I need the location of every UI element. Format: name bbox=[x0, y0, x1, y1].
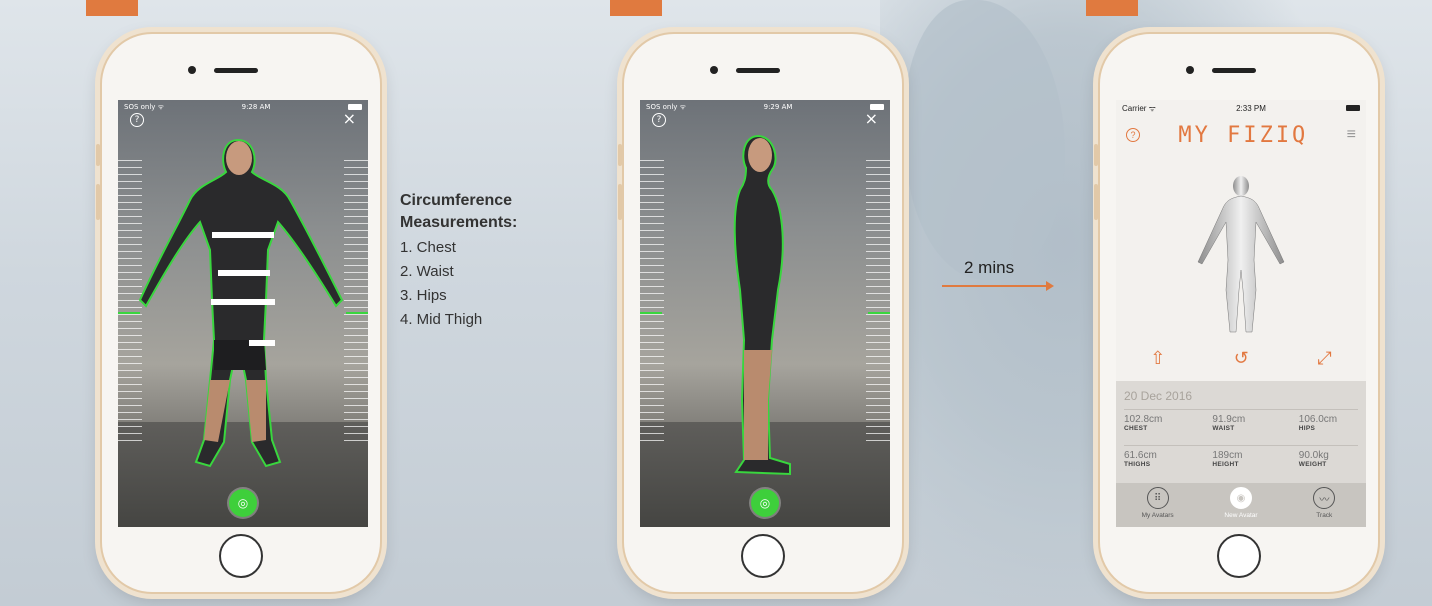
camera-screen: SOS only ᯤ 9:29 AM ? × ◎ bbox=[640, 100, 890, 527]
caption-title: Measurements: bbox=[400, 214, 518, 231]
chest-measure-bar bbox=[212, 232, 274, 238]
thigh-measure-bar bbox=[249, 340, 275, 346]
metric-label: HEIGHT bbox=[1212, 461, 1239, 468]
menu-icon[interactable]: ≡ bbox=[1347, 126, 1356, 144]
volume-button bbox=[1094, 184, 1098, 220]
battery-icon bbox=[1346, 105, 1360, 111]
camera-shutter-button[interactable]: ◎ bbox=[229, 489, 257, 517]
metric-hips: 106.0cm HIPS bbox=[1281, 410, 1358, 441]
volume-button bbox=[96, 184, 100, 220]
volume-button bbox=[618, 184, 622, 220]
metric-height: 189cm HEIGHT bbox=[1202, 446, 1279, 477]
phone-front-view: SOS only ᯤ 9:28 AM ? × ◎ bbox=[96, 32, 382, 594]
phone-side-view: SOS only ᯤ 9:29 AM ? × ◎ bbox=[618, 32, 904, 594]
list-item: 2. Waist bbox=[400, 263, 454, 280]
app-logo: MY FIZIQ bbox=[1178, 122, 1309, 148]
metric-label: WEIGHT bbox=[1298, 461, 1327, 468]
hips-measure-bar bbox=[211, 299, 275, 305]
caption-title: Circumference bbox=[400, 192, 513, 209]
metric-weight: 90.0kg WEIGHT bbox=[1281, 446, 1358, 477]
front-camera bbox=[188, 66, 196, 74]
app-screen: Carrier ᯤ 2:33 PM ? MY FIZIQ ≡ ⇧ ↺ ⤢ 20 … bbox=[1116, 100, 1366, 527]
accent-bar bbox=[1086, 0, 1138, 16]
accent-bar bbox=[610, 0, 662, 16]
metric-label: THIGHS bbox=[1124, 461, 1151, 468]
help-icon[interactable]: ? bbox=[1126, 128, 1140, 142]
metric-label: HIPS bbox=[1298, 425, 1316, 432]
tab-label: My Avatars bbox=[1141, 512, 1174, 519]
speaker-grille bbox=[214, 68, 258, 73]
volume-button bbox=[96, 144, 100, 166]
speaker-grille bbox=[736, 68, 780, 73]
front-camera bbox=[710, 66, 718, 74]
metric-value: 106.0cm bbox=[1298, 414, 1338, 425]
home-button[interactable] bbox=[741, 534, 785, 578]
measurement-panel: 20 Dec 2016 102.8cm CHEST 91.9cm WAIST 1… bbox=[1116, 381, 1366, 527]
metric-chest: 102.8cm CHEST bbox=[1124, 410, 1201, 441]
metric-waist: 91.9cm WAIST bbox=[1202, 410, 1279, 441]
metric-label: CHEST bbox=[1124, 425, 1148, 432]
expand-icon[interactable]: ⤢ bbox=[1317, 348, 1331, 369]
metric-value: 61.6cm bbox=[1124, 450, 1157, 461]
metric-value: 90.0kg bbox=[1298, 450, 1329, 461]
list-item: 3. Hips bbox=[400, 287, 447, 304]
arrow-right-icon bbox=[942, 281, 1054, 291]
metric-value: 189cm bbox=[1212, 450, 1243, 461]
tab-label: New Avatar bbox=[1224, 512, 1258, 519]
volume-button bbox=[1094, 144, 1098, 166]
list-item: 1. Chest bbox=[400, 239, 456, 256]
home-button[interactable] bbox=[219, 534, 263, 578]
speaker-grille bbox=[1212, 68, 1256, 73]
list-item: 4. Mid Thigh bbox=[400, 311, 483, 328]
status-bar: Carrier ᯤ 2:33 PM bbox=[1116, 100, 1366, 116]
person-icon: ◉ bbox=[1229, 487, 1252, 509]
camera-shutter-button[interactable]: ◎ bbox=[751, 489, 779, 517]
measurement-caption: Circumference Measurements: 1. Chest 2. … bbox=[400, 190, 517, 332]
metric-value: 102.8cm bbox=[1124, 414, 1163, 425]
metric-value: 91.9cm bbox=[1212, 414, 1246, 425]
rotate-icon[interactable]: ↺ bbox=[1234, 348, 1249, 369]
front-camera bbox=[1186, 66, 1194, 74]
volume-button bbox=[618, 144, 622, 166]
grid-icon: ⠿ bbox=[1146, 487, 1169, 509]
tab-label: Track bbox=[1316, 512, 1333, 519]
waist-measure-bar bbox=[218, 270, 270, 276]
share-icon[interactable]: ⇧ bbox=[1150, 348, 1165, 369]
phone-app-result: Carrier ᯤ 2:33 PM ? MY FIZIQ ≡ ⇧ ↺ ⤢ 20 … bbox=[1094, 32, 1380, 594]
carrier-label: Carrier ᯤ bbox=[1122, 103, 1156, 113]
duration-label: 2 mins bbox=[964, 258, 1015, 277]
avatar-3d-model[interactable] bbox=[1186, 170, 1296, 340]
tab-track[interactable]: 〰 Track bbox=[1289, 487, 1359, 519]
metrics-row: 102.8cm CHEST 91.9cm WAIST 106.0cm HIPS bbox=[1124, 409, 1358, 441]
chart-icon: 〰 bbox=[1313, 487, 1336, 509]
metrics-row: 61.6cm THIGHS 189cm HEIGHT 90.0kg WEIGHT bbox=[1124, 445, 1358, 477]
avatar-action-row: ⇧ ↺ ⤢ bbox=[1116, 348, 1366, 369]
app-header: ? MY FIZIQ ≡ bbox=[1116, 120, 1366, 150]
tab-my-avatars[interactable]: ⠿ My Avatars bbox=[1123, 487, 1193, 519]
measurement-date: 20 Dec 2016 bbox=[1124, 389, 1193, 403]
metric-thighs: 61.6cm THIGHS bbox=[1124, 446, 1201, 477]
metric-label: WAIST bbox=[1212, 425, 1235, 432]
status-time: 2:33 PM bbox=[1236, 103, 1266, 113]
accent-bar bbox=[86, 0, 138, 16]
tab-new-avatar[interactable]: ◉ New Avatar bbox=[1206, 487, 1276, 519]
tab-bar: ⠿ My Avatars ◉ New Avatar 〰 Track bbox=[1116, 483, 1366, 527]
home-button[interactable] bbox=[1217, 534, 1261, 578]
camera-screen: SOS only ᯤ 9:28 AM ? × ◎ bbox=[118, 100, 368, 527]
measurement-list: 1. Chest 2. Waist 3. Hips 4. Mid Thigh bbox=[400, 236, 517, 332]
